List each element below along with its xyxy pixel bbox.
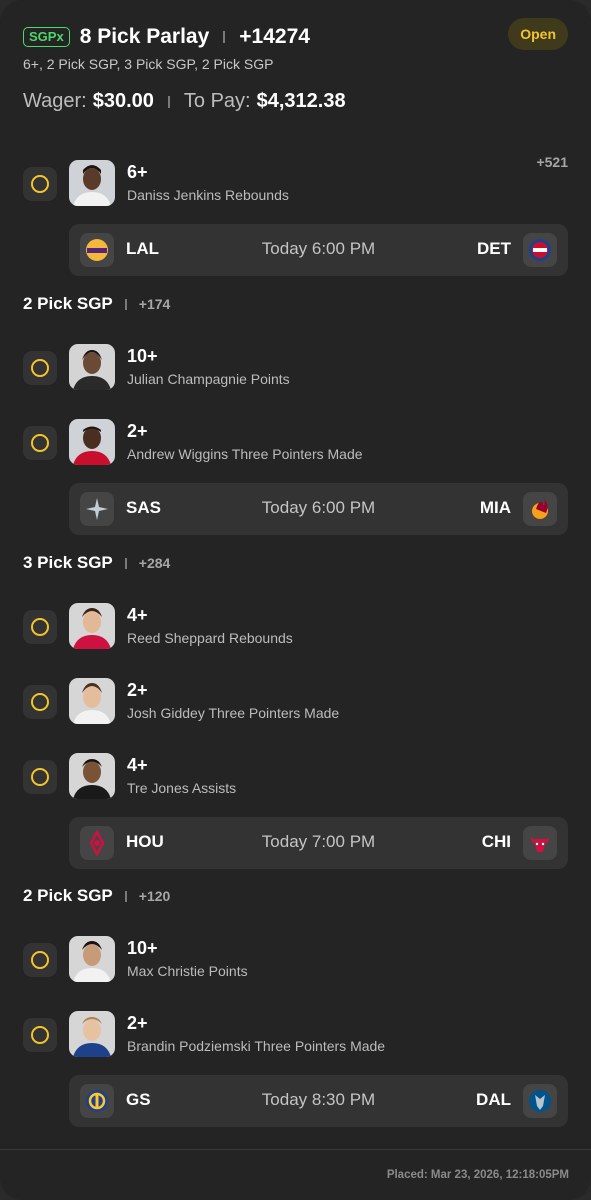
wager-value: $30.00 (92, 90, 154, 112)
wager-label: Wager: (23, 90, 87, 112)
game-row[interactable]: LAL Today 6:00 PM DET (69, 224, 568, 276)
leg-status-indicator (23, 167, 57, 201)
group-odds: +120 (138, 888, 171, 904)
to-pay-label: To Pay: (183, 90, 251, 112)
home-team: MIA (479, 498, 511, 517)
wager-row: Wager: $30.00 To Pay: $4,312.38 (23, 90, 346, 113)
mavericks-logo-icon (523, 1084, 557, 1118)
player-avatar (69, 936, 115, 982)
wager-divider (167, 95, 170, 108)
title-divider (223, 31, 226, 43)
placed-timestamp: Placed: Mar 23, 2026, 12:18:05PM (386, 1169, 569, 1181)
leg-line: 6+ (127, 162, 148, 182)
player-avatar (69, 344, 115, 390)
leg-odds: +521 (536, 154, 568, 170)
sgpx-badge: SGPx (23, 27, 70, 47)
leg-line: 2+ (127, 421, 148, 441)
player-avatar (69, 419, 115, 465)
group-header: 2 Pick SGP +120 (23, 886, 170, 906)
group-odds: +174 (138, 296, 171, 312)
leg-description: Andrew Wiggins Three Pointers Made (127, 446, 363, 462)
bet-slip-card: SGPx 8 Pick Parlay +14274 6+, 2 Pick SGP… (0, 0, 591, 1200)
leg-line: 2+ (127, 1013, 148, 1033)
leg-status-indicator (23, 685, 57, 719)
group-title: 3 Pick SGP (23, 553, 113, 572)
parlay-subtitle: 6+, 2 Pick SGP, 3 Pick SGP, 2 Pick SGP (23, 56, 274, 72)
leg-item[interactable]: 2+ Josh Giddey Three Pointers Made (23, 678, 568, 728)
bet-header: SGPx 8 Pick Parlay +14274 6+, 2 Pick SGP… (23, 18, 568, 72)
game-row[interactable]: HOU Today 7:00 PM CHI (69, 817, 568, 869)
leg-description: Julian Champagnie Points (127, 371, 290, 387)
group-odds: +284 (138, 555, 171, 571)
leg-item[interactable]: 4+ Reed Sheppard Rebounds (23, 603, 568, 653)
group-title: 2 Pick SGP (23, 886, 113, 905)
leg-status-indicator (23, 943, 57, 977)
to-pay-value: $4,312.38 (256, 90, 346, 112)
pistons-logo-icon (523, 233, 557, 267)
player-avatar (69, 1011, 115, 1057)
leg-item[interactable]: 10+ Max Christie Points (23, 936, 568, 986)
leg-status-indicator (23, 760, 57, 794)
game-row[interactable]: SAS Today 6:00 PM MIA (69, 483, 568, 535)
player-avatar (69, 160, 115, 206)
player-avatar (69, 678, 115, 724)
bulls-logo-icon (523, 826, 557, 860)
parlay-title: 8 Pick Parlay (79, 25, 210, 48)
leg-description: Tre Jones Assists (127, 780, 237, 796)
player-avatar (69, 603, 115, 649)
leg-description: Max Christie Points (127, 963, 248, 979)
title-row: SGPx 8 Pick Parlay +14274 (23, 24, 568, 50)
status-badge: Open (508, 18, 568, 50)
leg-line: 4+ (127, 605, 148, 625)
leg-item[interactable]: 10+ Julian Champagnie Points (23, 344, 568, 394)
home-team: CHI (481, 832, 511, 851)
leg-description: Reed Sheppard Rebounds (127, 630, 293, 646)
group-divider (124, 298, 127, 310)
leg-status-indicator (23, 351, 57, 385)
group-header: 3 Pick SGP +284 (23, 553, 170, 573)
home-team: DAL (476, 1090, 511, 1109)
heat-logo-icon (523, 492, 557, 526)
leg-line: 2+ (127, 680, 148, 700)
group-title: 2 Pick SGP (23, 294, 113, 313)
leg-status-indicator (23, 1018, 57, 1052)
leg-line: 10+ (127, 346, 158, 366)
leg-item[interactable]: 6+ Daniss Jenkins Rebounds +521 (23, 154, 568, 210)
leg-description: Josh Giddey Three Pointers Made (127, 705, 340, 721)
leg-item[interactable]: 2+ Andrew Wiggins Three Pointers Made (23, 419, 568, 469)
leg-description: Daniss Jenkins Rebounds (127, 187, 289, 203)
leg-line: 10+ (127, 938, 158, 958)
leg-item[interactable]: 2+ Brandin Podziemski Three Pointers Mad… (23, 1011, 568, 1061)
leg-description: Brandin Podziemski Three Pointers Made (127, 1038, 386, 1054)
leg-item[interactable]: 4+ Tre Jones Assists (23, 753, 568, 803)
leg-status-indicator (23, 610, 57, 644)
player-avatar (69, 753, 115, 799)
group-divider (124, 557, 127, 569)
group-divider (124, 890, 127, 902)
leg-status-indicator (23, 426, 57, 460)
group-header: 2 Pick SGP +174 (23, 294, 170, 314)
home-team: DET (477, 239, 511, 258)
game-row[interactable]: GS Today 8:30 PM DAL (69, 1075, 568, 1127)
leg-line: 4+ (127, 755, 148, 775)
footer-divider (0, 1149, 591, 1150)
parlay-odds: +14274 (239, 25, 310, 48)
